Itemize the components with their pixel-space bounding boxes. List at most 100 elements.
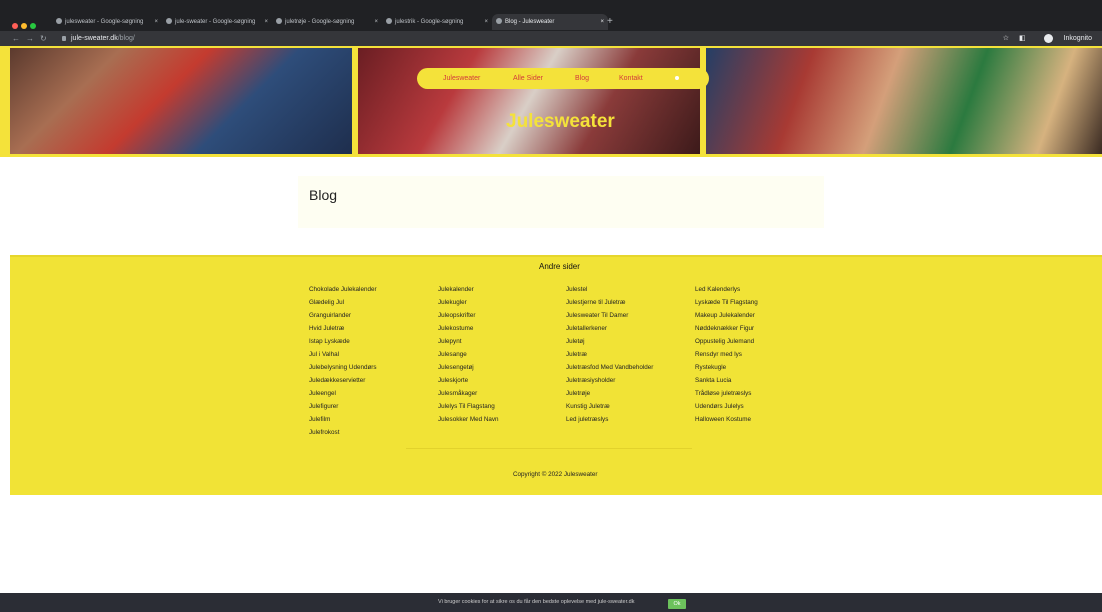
footer-link[interactable]: Juletræsfod Med Vandbeholder (566, 361, 653, 374)
footer-link[interactable]: Kunstig Juletræ (566, 400, 653, 413)
footer (10, 255, 1102, 495)
minimize-window-dot[interactable] (21, 23, 27, 29)
footer-link[interactable]: Sankta Lucia (695, 374, 758, 387)
footer-link[interactable]: Led Kalenderlys (695, 283, 758, 296)
blog-content-box (298, 176, 824, 228)
footer-link[interactable]: Julesmåkager (438, 387, 499, 400)
footer-link[interactable]: Halloween Kostume (695, 413, 758, 426)
hero-photo-center (358, 48, 700, 154)
close-window-dot[interactable] (12, 23, 18, 29)
footer-link[interactable]: Jul i Valhal (309, 348, 377, 361)
url-host: jule-sweater.dk (71, 35, 118, 42)
forward-arrow-icon[interactable]: → (26, 34, 40, 43)
footer-link[interactable]: Nøddeknækker Figur (695, 322, 758, 335)
tab-title: juletrøje - Google-søgning (285, 19, 355, 25)
nav-dot-icon (675, 76, 679, 80)
footer-link[interactable]: Julekalender (438, 283, 499, 296)
nav-link-blog[interactable]: Blog (575, 68, 589, 89)
footer-link[interactable]: Julekugler (438, 296, 499, 309)
footer-link[interactable]: Julekostume (438, 322, 499, 335)
footer-link[interactable]: Oppustelig Julemand (695, 335, 758, 348)
google-favicon-icon (276, 18, 282, 25)
browser-tab[interactable]: juletrøje - Google-søgning × (272, 14, 382, 30)
navigation-buttons: ←→↻ (12, 31, 53, 46)
footer-link[interactable]: Juletøj (566, 335, 653, 348)
close-tab-icon[interactable]: × (154, 14, 158, 30)
footer-link[interactable]: Julepynt (438, 335, 499, 348)
profile-button[interactable]: Inkognito (1036, 33, 1092, 43)
address-bar[interactable]: jule-sweater.dk/blog/ (62, 31, 135, 46)
tab-title: julestrik - Google-søgning (395, 19, 464, 25)
footer-links-column-1: Chokolade Julekalender Glædelig Jul Gran… (309, 283, 377, 439)
browser-tab[interactable]: julestrik - Google-søgning × (382, 14, 492, 30)
close-tab-icon[interactable]: × (484, 14, 488, 30)
footer-link[interactable]: Trådløse juletræslys (695, 387, 758, 400)
nav-link-alle-sider[interactable]: Alle Sider (513, 68, 543, 89)
footer-link[interactable]: Juletrøje (566, 387, 653, 400)
footer-link[interactable]: Julefrokost (309, 426, 377, 439)
close-tab-icon[interactable]: × (600, 14, 604, 30)
footer-link[interactable]: Julesokker Med Navn (438, 413, 499, 426)
nav-link-julesweater[interactable]: Julesweater (443, 68, 480, 89)
tab-title: julesweater - Google-søgning (65, 19, 144, 25)
footer-link[interactable]: Granguirlander (309, 309, 377, 322)
footer-link[interactable]: Lyskæde Til Flagstang (695, 296, 758, 309)
footer-link[interactable]: Julelys Til Flagstang (438, 400, 499, 413)
cookie-ok-button[interactable]: Ok (668, 599, 686, 609)
footer-link[interactable]: Glædelig Jul (309, 296, 377, 309)
footer-link[interactable]: Udendørs Julelys (695, 400, 758, 413)
footer-link[interactable]: Led juletræslys (566, 413, 653, 426)
reload-icon[interactable]: ↻ (40, 34, 53, 43)
bookmark-star-icon[interactable]: ☆ (1003, 35, 1009, 42)
url-path: /blog/ (117, 35, 135, 42)
lock-icon (62, 35, 66, 41)
footer-divider (406, 448, 692, 449)
footer-link[interactable]: Juleopskrifter (438, 309, 499, 322)
footer-link[interactable]: Rensdyr med lys (695, 348, 758, 361)
footer-link[interactable]: Julesengetøj (438, 361, 499, 374)
footer-links-column-3: Julestel Julestjerne til Juletræ Juleswe… (566, 283, 653, 426)
footer-link[interactable]: Julefilm (309, 413, 377, 426)
close-tab-icon[interactable]: × (264, 14, 268, 30)
hero-photo-right (706, 48, 1102, 154)
browser-tab[interactable]: jule-sweater - Google-søgning × (162, 14, 272, 30)
tab-title: jule-sweater - Google-søgning (175, 19, 256, 25)
maximize-window-dot[interactable] (30, 23, 36, 29)
footer-link[interactable]: Hvid Juletræ (309, 322, 377, 335)
google-favicon-icon (56, 18, 62, 25)
browser-toolbar (0, 31, 1102, 46)
browser-tab[interactable]: julesweater - Google-søgning × (52, 14, 162, 30)
footer-link[interactable]: Julesange (438, 348, 499, 361)
footer-links-column-2: Julekalender Julekugler Juleopskrifter J… (438, 283, 499, 426)
footer-link[interactable]: Julesweater Til Damer (566, 309, 653, 322)
footer-heading: Andre sider (539, 262, 580, 271)
footer-link[interactable]: Juledækkeservietter (309, 374, 377, 387)
footer-link[interactable]: Istap Lyskæde (309, 335, 377, 348)
footer-link[interactable]: Juletallerkener (566, 322, 653, 335)
site-favicon-icon (496, 18, 502, 25)
footer-link[interactable]: Julestel (566, 283, 653, 296)
main-nav: Julesweater Alle Sider Blog Kontakt (417, 68, 709, 89)
footer-link[interactable]: Juletræ (566, 348, 653, 361)
close-tab-icon[interactable]: × (374, 14, 378, 30)
footer-link[interactable]: Juletræsiysholder (566, 374, 653, 387)
browser-tab-active[interactable]: Blog - Julesweater × (492, 14, 608, 30)
tab-title: Blog - Julesweater (505, 19, 555, 25)
side-panel-icon[interactable]: ◧ (1019, 35, 1026, 42)
back-arrow-icon[interactable]: ← (12, 34, 26, 43)
footer-link[interactable]: Juleengel (309, 387, 377, 400)
footer-link[interactable]: Makeup Julekalender (695, 309, 758, 322)
page-title: Blog (309, 187, 338, 203)
footer-link[interactable]: Julestjerne til Juletræ (566, 296, 653, 309)
footer-link[interactable]: Rystekugle (695, 361, 758, 374)
footer-link[interactable]: Chokolade Julekalender (309, 283, 377, 296)
footer-links-column-4: Led Kalenderlys Lyskæde Til Flagstang Ma… (695, 283, 758, 426)
footer-link[interactable]: Julefigurer (309, 400, 377, 413)
nav-link-kontakt[interactable]: Kontakt (619, 68, 643, 89)
incognito-icon (1043, 33, 1053, 43)
hero-photo-left (10, 48, 352, 154)
footer-link[interactable]: Julebelysning Udendørs (309, 361, 377, 374)
new-tab-icon[interactable]: + (607, 14, 613, 30)
google-favicon-icon (386, 18, 392, 25)
footer-link[interactable]: Juleskjorte (438, 374, 499, 387)
